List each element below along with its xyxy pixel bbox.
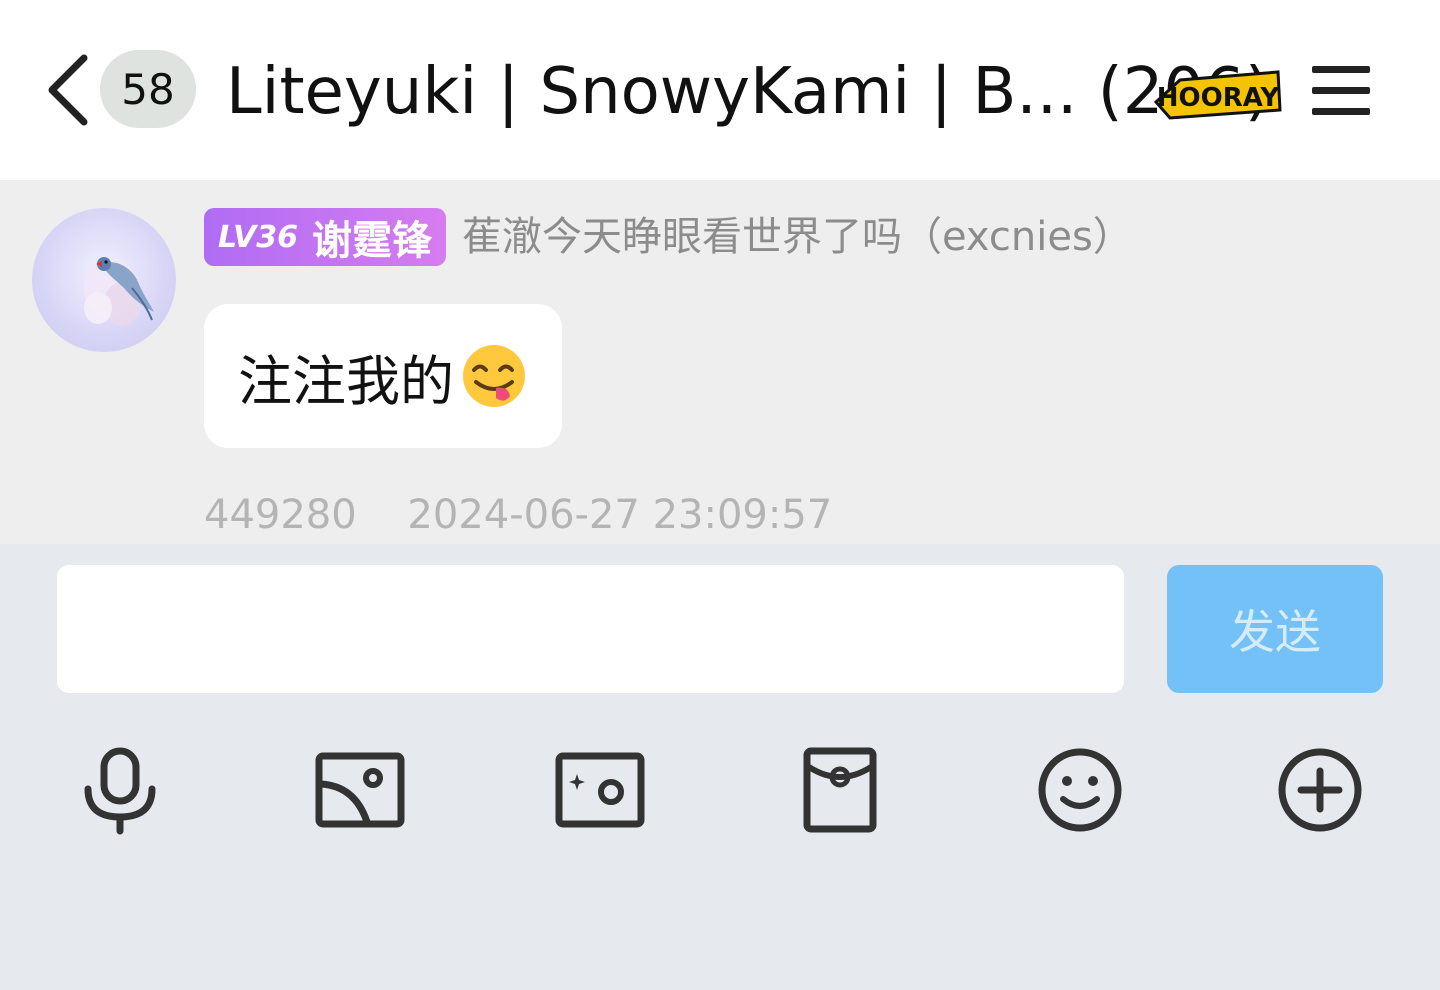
- red-packet-button[interactable]: [790, 740, 890, 840]
- bird-avatar-image: [84, 257, 154, 326]
- chevron-left-icon: [48, 54, 88, 126]
- message-text: 注注我的: [238, 349, 454, 413]
- message-timestamp: 2024-06-27 23:09:57: [407, 492, 833, 538]
- menu-button[interactable]: [1306, 60, 1376, 122]
- microphone-icon: [84, 747, 156, 835]
- member-title: 谢霆锋: [311, 218, 432, 264]
- message-bubble[interactable]: 注注我的: [204, 304, 562, 448]
- image-button[interactable]: [310, 740, 410, 840]
- group-title[interactable]: Liteyuki | SnowyKami | B... (206): [226, 52, 1270, 132]
- level-label: LV36: [218, 219, 298, 255]
- plus-icon: [1278, 748, 1362, 832]
- camera-button[interactable]: [550, 740, 650, 840]
- red-packet-icon: [803, 747, 877, 833]
- message-meta: 449280 2024-06-27 23:09:57: [204, 492, 832, 538]
- camera-icon: [555, 752, 645, 828]
- yum-face-emoji: [463, 345, 525, 407]
- chat-header: 58 Liteyuki | SnowyKami | B... (206) HOO…: [0, 0, 1440, 180]
- hooray-sticker-icon: HOORAY: [1153, 70, 1282, 120]
- sender-avatar[interactable]: [32, 208, 176, 352]
- member-level-tag: LV36 谢霆锋: [204, 208, 446, 266]
- message-list[interactable]: LV36 谢霆锋 萑澈今天睁眼看世界了吗（excnies） 注注我的 44928…: [0, 180, 1440, 544]
- message-input[interactable]: [57, 565, 1124, 693]
- emoji-icon: [1038, 748, 1122, 832]
- more-button[interactable]: [1270, 740, 1370, 840]
- hamburger-menu-icon: [1312, 66, 1370, 115]
- send-button[interactable]: 发送: [1167, 565, 1383, 693]
- message-id: 449280: [204, 492, 357, 538]
- voice-button[interactable]: [70, 740, 170, 840]
- unread-count-badge[interactable]: 58: [100, 50, 196, 128]
- image-icon: [315, 752, 405, 828]
- sticker-text: HOORAY: [1157, 83, 1281, 113]
- sender-name[interactable]: 萑澈今天睁眼看世界了吗（excnies）: [462, 208, 1133, 266]
- back-button[interactable]: [38, 50, 98, 130]
- emoji-button[interactable]: [1030, 740, 1130, 840]
